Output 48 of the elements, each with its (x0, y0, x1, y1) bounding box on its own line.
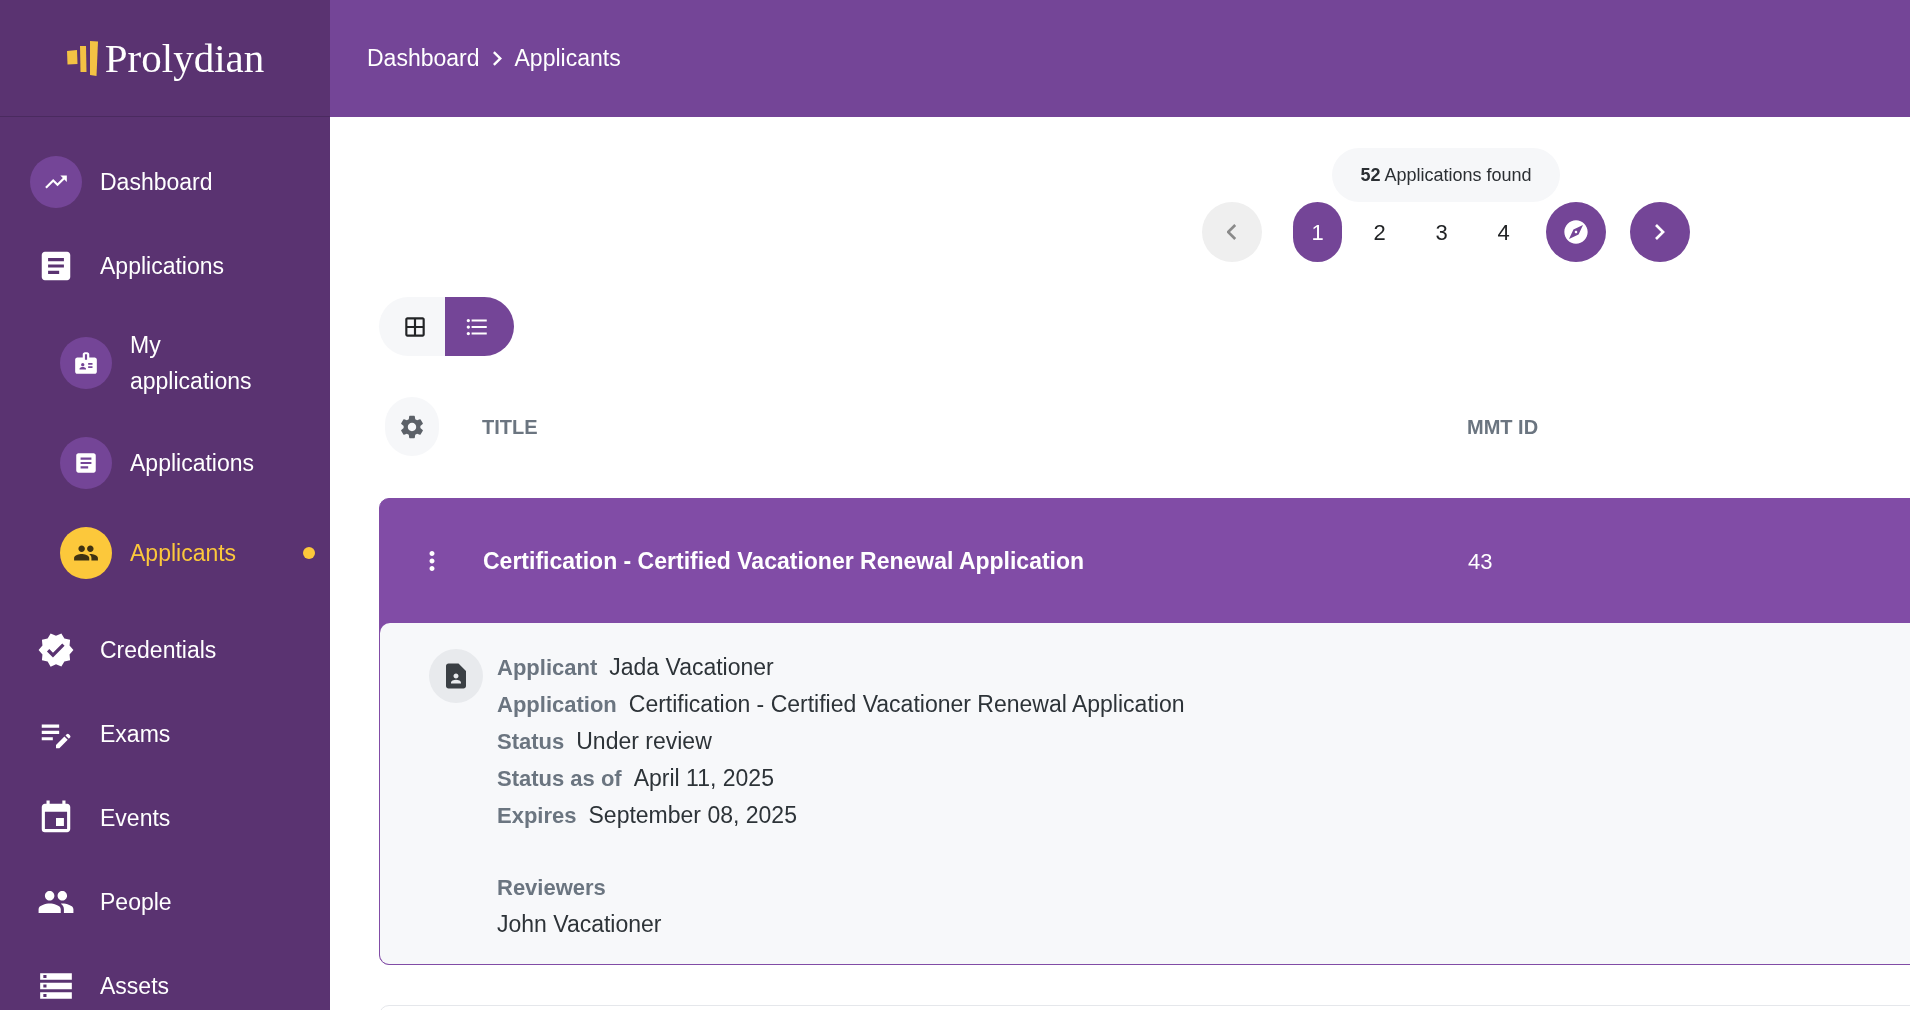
reviewer-name: John Vacationer (497, 910, 662, 939)
sidebar-item[interactable]: Applicants (60, 527, 315, 579)
row-mmt-id: 43 (1468, 547, 1493, 576)
field-label: Applicant (497, 654, 598, 682)
sidebar-item[interactable]: Assets (30, 966, 315, 1006)
chevron-left-icon (1227, 224, 1237, 240)
view-toggle-button[interactable] (445, 297, 514, 356)
page-button[interactable]: 3 (1417, 202, 1466, 262)
jump-to-page-button[interactable] (1546, 202, 1606, 262)
field-label: Status as of (497, 765, 622, 793)
column-header: MMT ID (1467, 414, 1539, 440)
breadcrumb-link[interactable]: Dashboard (367, 41, 480, 76)
sidebar-item[interactable]: Applications (30, 246, 315, 286)
sidebar-item[interactable]: My applications (60, 327, 315, 399)
logo-icon (65, 40, 98, 76)
field-value: September 08, 2025 (588, 801, 797, 830)
field-label: Status (497, 728, 565, 756)
next-page-button[interactable] (1630, 202, 1690, 262)
results-count: 52 Applications found (1332, 148, 1560, 202)
brand-name: Prolydian (104, 37, 265, 79)
field-value: April 11, 2025 (633, 764, 774, 793)
document-icon (60, 437, 112, 489)
sidebar-item[interactable]: People (30, 882, 315, 922)
row-title: Certification - Certified Vacationer Renewal Application (483, 546, 1085, 576)
sidebar-item[interactable]: Applications (60, 437, 315, 489)
table-row[interactable] (379, 498, 1910, 965)
compass-icon (1562, 218, 1590, 246)
chevron-right-icon (492, 51, 502, 66)
field-label: Expires (497, 802, 577, 830)
page-button[interactable]: 4 (1479, 202, 1528, 262)
page-button[interactable]: 1 (1293, 202, 1342, 262)
page-button[interactable]: 2 (1355, 202, 1404, 262)
field-label: Reviewers (497, 874, 606, 902)
field-value: Jada Vacationer (609, 653, 774, 682)
sidebar-item[interactable]: Exams (30, 714, 315, 754)
sidebar-item[interactable]: Credentials (30, 630, 315, 670)
breadcrumb-current: Applicants (514, 44, 621, 74)
id-badge-icon (60, 337, 112, 389)
column-header: TITLE (482, 414, 538, 440)
view-toggle-button[interactable] (379, 297, 445, 356)
chevron-right-icon (1655, 224, 1665, 240)
field-value: Certification - Certified Vacationer Renewal Application (628, 690, 1185, 719)
sidebar-item[interactable]: Dashboard (30, 156, 315, 208)
people-icon (60, 527, 112, 579)
verified-badge-icon (37, 631, 75, 669)
field-label: Application (497, 691, 617, 719)
field-value: Under review (576, 727, 712, 756)
sidebar-item[interactable]: Events (30, 798, 315, 838)
